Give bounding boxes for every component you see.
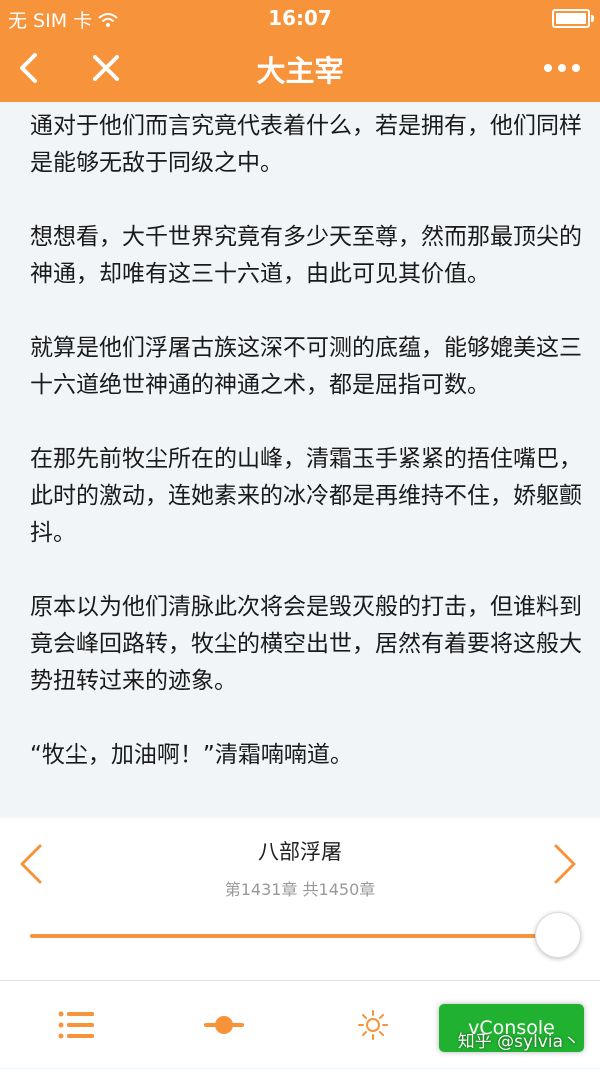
- page-title: 大主宰: [256, 54, 344, 88]
- chapter-progress-slider[interactable]: [30, 912, 582, 958]
- paragraph: 在那先前牧尘所在的山峰，清霜玉手紧紧的捂住嘴巴，此时的激动，连她素来的冰冷都是再…: [30, 446, 582, 546]
- paragraph: 原本以为他们清脉此次将会是毁灭般的打击，但谁料到竟会峰回路转，牧尘的横空出世，居…: [30, 594, 582, 694]
- chapter-counter: 第1431章 共1450章: [224, 880, 376, 899]
- reading-mode-button[interactable]: [202, 1003, 246, 1047]
- chevron-right-icon: [554, 844, 576, 884]
- reader-content: 通对于他们而言究竟代表着什么，若是拥有，他们同样是能够无敌于同级之中。 想想看，…: [30, 108, 590, 813]
- brightness-icon: [358, 1010, 388, 1040]
- app-header: 无 SIM 卡 16:07 大主宰: [0, 0, 600, 102]
- chapter-nav: 八部浮屠 第1431章 共1450章: [0, 818, 600, 908]
- more-dots-icon: [544, 64, 580, 72]
- paragraph: 就算是他们浮屠古族这深不可测的底蕴，能够媲美这三十六道绝世神通的神通之术，都是屈…: [30, 335, 582, 398]
- battery-level: [556, 13, 586, 24]
- status-bar: 无 SIM 卡 16:07: [0, 0, 600, 34]
- progress-fill: [30, 934, 558, 938]
- brightness-button[interactable]: [351, 1003, 395, 1047]
- watermark: 知乎 @sylvia丶: [457, 1032, 580, 1052]
- night-mode-icon: [204, 1016, 244, 1034]
- slider-thumb[interactable]: [535, 912, 582, 958]
- chapter-title: 八部浮屠: [258, 840, 342, 864]
- nav-bar: 大主宰: [0, 34, 600, 102]
- list-icon: [58, 1011, 94, 1039]
- paragraph: 想想看，大千世界究竟有多少天至尊，然而那最顶尖的神通，却唯有这三十六道，由此可见…: [30, 224, 582, 287]
- paragraph: 通对于他们而言究竟代表着什么，若是拥有，他们同样是能够无敌于同级之中。: [30, 113, 582, 176]
- status-time: 16:07: [268, 6, 332, 30]
- paragraph: “牧尘，加油啊！”清霜喃喃道。: [30, 742, 353, 768]
- battery-icon: [552, 9, 594, 28]
- more-button[interactable]: [542, 46, 582, 90]
- next-chapter-button[interactable]: [546, 840, 582, 888]
- table-of-contents-button[interactable]: [54, 1003, 98, 1047]
